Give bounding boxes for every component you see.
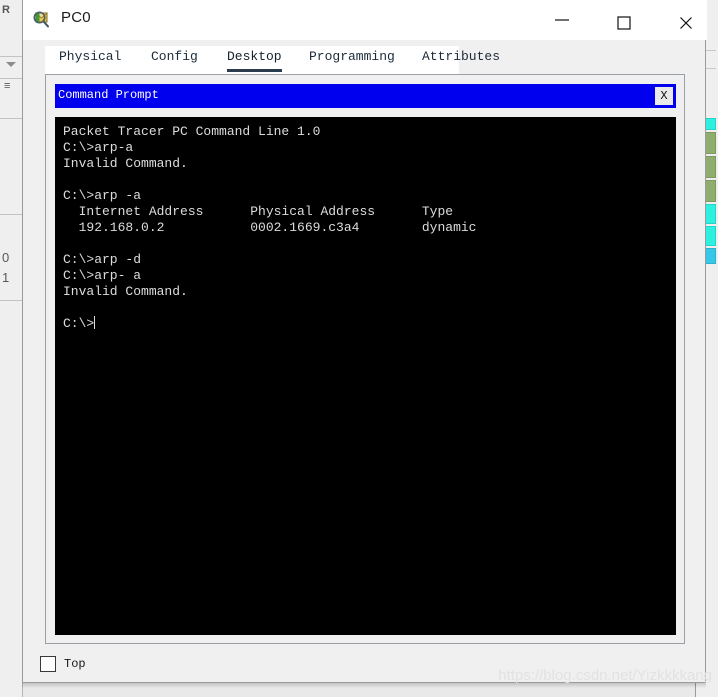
terminal-screen[interactable]: Packet Tracer PC Command Line 1.0 C:\>ar…: [55, 117, 676, 635]
top-checkbox[interactable]: [40, 656, 56, 672]
title-bar: PC0: [23, 0, 707, 40]
background-label-one: 1: [2, 270, 10, 285]
tab-physical[interactable]: Physical: [59, 46, 121, 74]
background-divider: [0, 56, 22, 57]
background-divider: [0, 214, 22, 215]
window-title: PC0: [61, 9, 91, 26]
background-divider: [0, 78, 22, 79]
watermark: https://blog.csdn.net/Yizkkkkang: [498, 667, 712, 684]
command-prompt-window: Command Prompt X Packet Tracer PC Comman…: [55, 84, 676, 635]
command-prompt-gap: [55, 108, 676, 117]
terminal-cursor: [94, 316, 96, 329]
tab-strip: Physical Config Desktop Programming Attr…: [45, 46, 500, 74]
background-left-panel: R ≡ 0 1: [0, 0, 23, 697]
command-prompt-titlebar[interactable]: Command Prompt X: [55, 84, 676, 108]
tab-desktop[interactable]: Desktop: [227, 46, 282, 74]
tab-programming[interactable]: Programming: [309, 46, 395, 74]
background-divider: [0, 118, 22, 119]
terminal-output: Packet Tracer PC Command Line 1.0 C:\>ar…: [63, 124, 476, 332]
background-label-r: R: [2, 4, 10, 16]
minimize-button[interactable]: [539, 0, 585, 40]
screen: R ≡ 0 1 PC0 Physical Config Desktop Prog…: [0, 0, 718, 697]
tab-config[interactable]: Config: [151, 46, 198, 74]
top-checkbox-label: Top: [64, 657, 86, 671]
device-dialog-window: PC0 Physical Config Desktop Programming …: [22, 0, 707, 683]
desktop-tab-panel: Command Prompt X Packet Tracer PC Comman…: [45, 74, 685, 644]
background-divider: [0, 300, 22, 301]
command-prompt-close-button[interactable]: X: [653, 85, 675, 107]
background-label-zero: 0: [2, 250, 10, 265]
packet-tracer-device-icon: [32, 8, 54, 30]
command-prompt-title: Command Prompt: [58, 88, 159, 102]
maximize-button[interactable]: [601, 0, 647, 40]
terminal-lines: Packet Tracer PC Command Line 1.0 C:\>ar…: [63, 124, 477, 331]
background-collapse-icon: [6, 62, 16, 67]
close-button[interactable]: [663, 0, 709, 40]
tab-attributes[interactable]: Attributes: [422, 46, 500, 74]
background-label-menu: ≡: [4, 80, 11, 92]
